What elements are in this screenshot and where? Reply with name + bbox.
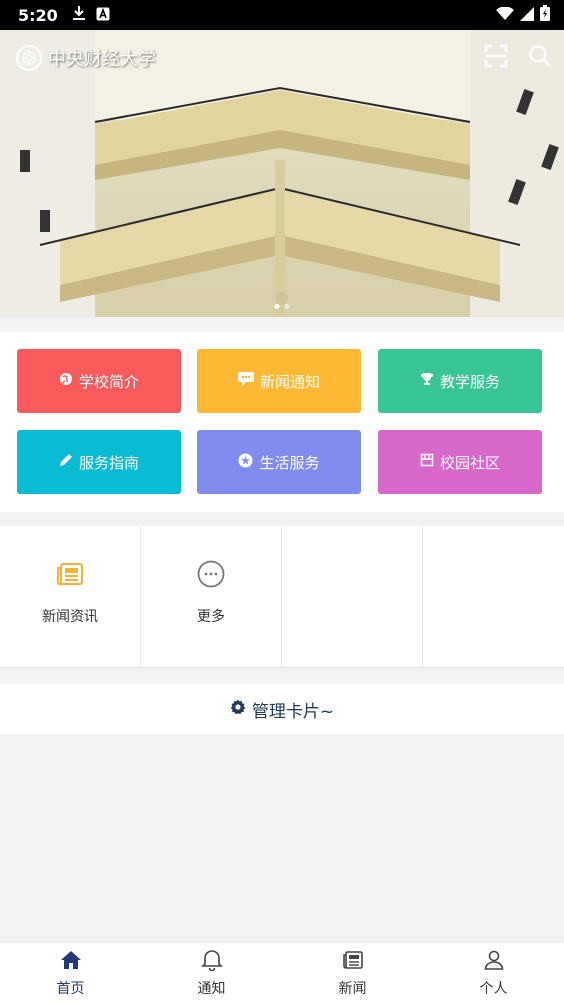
- grid-button-label: 校园社区: [439, 453, 500, 472]
- manage-cards-label: 管理卡片~: [251, 701, 335, 722]
- app-header: 中央财经大学: [0, 30, 564, 86]
- grid-button-label: 教学服务: [439, 372, 500, 391]
- download-icon: [72, 5, 86, 25]
- star-circle-icon: [238, 453, 253, 472]
- battery-icon: [540, 5, 550, 25]
- carousel-dot[interactable]: [274, 304, 280, 309]
- bell-icon: [200, 949, 223, 975]
- tab-news[interactable]: 新闻: [282, 943, 423, 1004]
- gear-icon: [230, 699, 246, 720]
- grid-button-label: 新闻通知: [259, 372, 320, 391]
- grid-button-service-guide[interactable]: 服务指南: [17, 430, 181, 494]
- trophy-icon: [420, 372, 434, 390]
- wifi-icon: [496, 5, 514, 25]
- newspaper-icon: [56, 560, 84, 592]
- status-time: 5:20: [18, 5, 58, 25]
- store-icon: [420, 453, 434, 471]
- pencil-icon: [59, 453, 73, 471]
- grid-button-life-service[interactable]: 生活服务: [197, 430, 361, 494]
- grid-button-label: 学校简介: [78, 372, 139, 391]
- app-label: 新闻资讯: [42, 609, 98, 625]
- globe-icon: [59, 372, 73, 390]
- bottom-tab-bar: 首页 通知 新闻 个人: [0, 942, 564, 1004]
- school-name: 中央财经大学: [48, 49, 156, 70]
- grid-button-school-intro[interactable]: 学校简介: [17, 349, 181, 413]
- tab-label: 个人: [479, 981, 508, 997]
- banner-carousel[interactable]: 中央财经大学: [0, 30, 564, 317]
- app-empty-slot: [423, 526, 564, 667]
- tab-home[interactable]: 首页: [0, 943, 141, 1004]
- tab-label: 首页: [56, 981, 85, 997]
- notification-a-icon: [96, 6, 110, 25]
- status-bar: 5:20: [0, 0, 564, 30]
- home-icon: [60, 949, 82, 975]
- grid-button-label: 生活服务: [259, 453, 320, 472]
- tab-label: 新闻: [338, 981, 367, 997]
- tab-label: 通知: [197, 981, 226, 997]
- more-icon: [197, 560, 225, 592]
- app-more[interactable]: 更多: [141, 526, 282, 667]
- grid-button-label: 服务指南: [78, 453, 139, 472]
- tab-notice[interactable]: 通知: [141, 943, 282, 1004]
- app-empty-slot: [282, 526, 423, 667]
- service-grid: 学校简介 新闻通知 教学服务 服务指南 生活服务 校园社区: [0, 332, 564, 512]
- carousel-dot[interactable]: [284, 304, 290, 309]
- app-cards: 新闻资讯 更多: [0, 526, 564, 668]
- tab-personal[interactable]: 个人: [423, 943, 564, 1004]
- grid-button-campus-community[interactable]: 校园社区: [378, 430, 542, 494]
- app-news-info[interactable]: 新闻资讯: [0, 526, 141, 667]
- search-icon[interactable]: [528, 44, 552, 72]
- signal-icon: [520, 6, 534, 25]
- manage-cards-button[interactable]: 管理卡片~: [0, 684, 564, 734]
- app-label: 更多: [197, 609, 225, 625]
- chat-icon: [237, 372, 254, 390]
- grid-button-news-notice[interactable]: 新闻通知: [197, 349, 361, 413]
- school-logo-icon: [16, 45, 42, 71]
- grid-button-teaching-service[interactable]: 教学服务: [378, 349, 542, 413]
- user-icon: [483, 949, 505, 975]
- news-icon: [342, 949, 364, 975]
- scan-icon[interactable]: [484, 44, 508, 72]
- carousel-indicator: [274, 304, 290, 309]
